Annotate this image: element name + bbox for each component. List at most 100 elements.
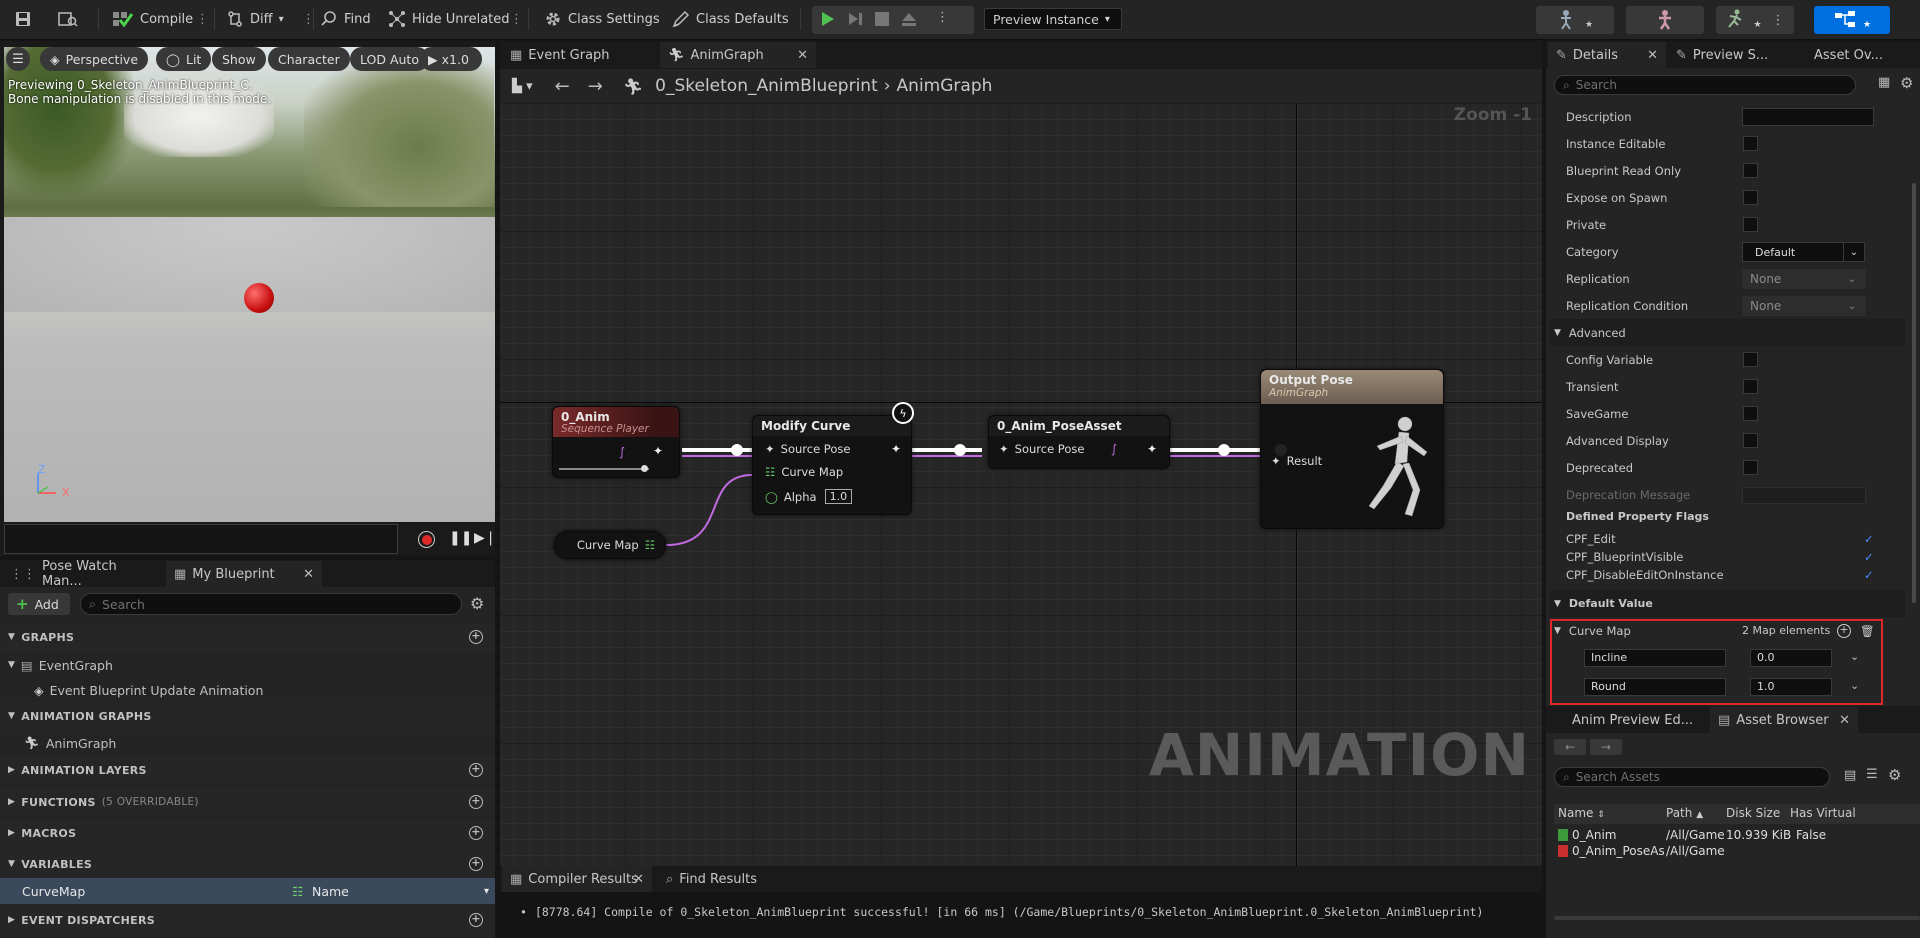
advanced-display-checkbox[interactable] bbox=[1743, 433, 1758, 448]
filter-icon[interactable]: ☰ bbox=[1866, 767, 1878, 782]
section-advanced[interactable]: ▼ Advanced bbox=[1550, 319, 1905, 346]
expose-on-spawn-checkbox[interactable] bbox=[1743, 190, 1758, 205]
add-circle-icon[interactable]: + bbox=[469, 795, 483, 809]
instance-editable-checkbox[interactable] bbox=[1743, 136, 1758, 151]
add-circle-icon[interactable]: + bbox=[469, 826, 483, 840]
blueprint-read-only-checkbox[interactable] bbox=[1743, 163, 1758, 178]
col-virtual-header[interactable]: Has Virtualiz bbox=[1790, 806, 1856, 820]
search-input[interactable]: ⌕ Search bbox=[80, 593, 462, 615]
pin-poseasset-source[interactable]: ✦ Source Pose bbox=[999, 442, 1084, 456]
tree-item-eventgraph[interactable]: ▼ ▤ EventGraph bbox=[0, 652, 495, 678]
section-event-dispatchers[interactable]: ▶ EVENT DISPATCHERS + bbox=[0, 906, 495, 934]
viewport-scene[interactable]: Z X bbox=[4, 47, 495, 522]
savegame-checkbox[interactable] bbox=[1743, 406, 1758, 421]
perspective-button[interactable]: ◈ Perspective bbox=[40, 47, 149, 71]
bookmark-icon[interactable]: ▙ ▾ bbox=[512, 79, 533, 94]
col-name-header[interactable]: Name ⇕ bbox=[1558, 806, 1605, 820]
chevron-down-icon[interactable]: ⌄ bbox=[1850, 650, 1859, 663]
deprecated-checkbox[interactable] bbox=[1743, 460, 1758, 475]
close-icon[interactable]: ✕ bbox=[797, 48, 808, 63]
add-button[interactable]: + Add bbox=[8, 593, 70, 615]
play-options-icon[interactable]: ⋮ bbox=[936, 10, 949, 25]
pose-pin-icon[interactable]: ✦ bbox=[891, 442, 901, 456]
pin-result[interactable]: ✦ Result bbox=[1271, 454, 1322, 468]
tree-item-animgraph[interactable]: 🏃︎ AnimGraph bbox=[0, 730, 495, 756]
map-key-input[interactable]: Round bbox=[1584, 678, 1726, 696]
breadcrumb-root[interactable]: 0_Skeleton_AnimBlueprint bbox=[655, 76, 878, 96]
node-sequence-player[interactable]: 0_Anim Sequence Player ∫ ✦ bbox=[552, 406, 680, 478]
pin-alpha[interactable]: ◯ Alpha 1.0 bbox=[765, 489, 853, 504]
compile-button[interactable]: Compile bbox=[112, 6, 193, 32]
node-modify-curve[interactable]: Modify Curve ϟ ✦ Source Pose ✦ ☷ Curve Map… bbox=[752, 402, 914, 515]
asset-row[interactable]: 0_Anim /All/Game 10.939 KiB False bbox=[1554, 828, 1920, 844]
add-circle-icon[interactable]: + bbox=[469, 913, 483, 927]
diff-button[interactable]: Diff ▾ bbox=[226, 6, 284, 32]
pose-pin-icon[interactable]: ✦ bbox=[1147, 442, 1157, 456]
step-forward-icon[interactable]: ▶❘ bbox=[474, 530, 497, 546]
gear-icon[interactable]: ⚙ bbox=[1900, 74, 1913, 92]
step-icon[interactable] bbox=[846, 10, 864, 32]
tree-item-event-bp-update[interactable]: ◈ Event Blueprint Update Animation bbox=[0, 677, 495, 703]
add-circle-icon[interactable]: + bbox=[469, 630, 483, 644]
back-arrow-icon[interactable]: ← bbox=[555, 76, 570, 97]
timeline-scrubber[interactable] bbox=[4, 524, 398, 554]
section-default-value[interactable]: ▼ Default Value bbox=[1550, 590, 1905, 617]
forward-arrow-icon[interactable]: → bbox=[588, 76, 603, 97]
preview-instance-dropdown[interactable]: Preview Instance ▾ bbox=[984, 8, 1122, 30]
section-variables[interactable]: ▼ VARIABLES + bbox=[0, 850, 495, 878]
lit-button[interactable]: ◯ Lit bbox=[156, 47, 212, 71]
asset-list-scrollbar[interactable] bbox=[1554, 916, 1920, 920]
record-icon[interactable] bbox=[418, 531, 435, 548]
pause-icon[interactable]: ❚❚ bbox=[449, 530, 472, 546]
chevron-down-icon[interactable]: ▾ bbox=[484, 886, 489, 897]
asset-search-input[interactable]: ⌕ Search Assets bbox=[1554, 767, 1830, 787]
pin-curve-map[interactable]: ☷ Curve Map bbox=[765, 465, 843, 479]
section-functions[interactable]: ▶ FUNCTIONS (5 OVERRIDABLE) + bbox=[0, 788, 495, 816]
play-icon[interactable] bbox=[818, 10, 836, 32]
stop-icon[interactable] bbox=[874, 11, 890, 31]
gear-icon[interactable]: ⚙ bbox=[470, 594, 484, 613]
replication-combo[interactable]: None ⌄ bbox=[1742, 269, 1866, 289]
table-view-icon[interactable]: ▦ bbox=[1878, 75, 1890, 90]
tab-anim-preview-editor[interactable]: Anim Preview Ed... bbox=[1548, 707, 1708, 733]
tab-compiler-results[interactable]: ▦ Compiler Results ✕ bbox=[502, 866, 652, 892]
section-animation-layers[interactable]: ▶ ANIMATION LAYERS + bbox=[0, 756, 495, 784]
mesh-mode-button[interactable] bbox=[1626, 6, 1704, 34]
class-defaults-button[interactable]: Class Defaults bbox=[672, 6, 789, 32]
add-circle-icon[interactable]: + bbox=[469, 763, 483, 777]
tab-preview-scene[interactable]: ✎ Preview S... bbox=[1668, 42, 1794, 68]
slider-handle[interactable] bbox=[641, 465, 648, 472]
hide-unrelated-options-icon[interactable]: ⋮ bbox=[510, 6, 523, 32]
category-combo[interactable]: Default ⌄ bbox=[1742, 242, 1865, 262]
config-variable-checkbox[interactable] bbox=[1743, 352, 1758, 367]
node-curve-map-variable[interactable]: Curve Map ☷ bbox=[554, 531, 666, 559]
description-input[interactable] bbox=[1742, 108, 1874, 126]
class-settings-button[interactable]: Class Settings bbox=[544, 6, 660, 32]
tab-find-results[interactable]: ⌕ Find Results bbox=[658, 866, 778, 892]
lod-button[interactable]: LOD Auto bbox=[350, 47, 429, 71]
gear-icon[interactable]: ⚙ bbox=[1888, 766, 1901, 784]
pose-pin-icon[interactable]: ✦ bbox=[653, 444, 663, 458]
replication-condition-combo[interactable]: None ⌄ bbox=[1742, 296, 1866, 316]
play-rate-slider[interactable] bbox=[559, 468, 649, 470]
close-icon[interactable]: ✕ bbox=[1839, 713, 1850, 728]
animation-mode-button[interactable]: ★ ⋮ bbox=[1716, 6, 1794, 34]
animation-options-icon[interactable]: ⋮ bbox=[1772, 13, 1785, 28]
hamburger-menu-icon[interactable]: ☰ bbox=[6, 47, 30, 71]
eject-icon[interactable] bbox=[900, 10, 918, 32]
forward-button[interactable]: → bbox=[1590, 739, 1622, 755]
tab-my-blueprint[interactable]: ▦ My Blueprint ✕ bbox=[166, 561, 322, 587]
tab-details[interactable]: ✎ Details ✕ bbox=[1548, 42, 1666, 68]
close-icon[interactable]: ✕ bbox=[633, 872, 644, 887]
graph-canvas[interactable]: Zoom -1 ANIMATION 0_Anim Sequence Player… bbox=[500, 103, 1542, 866]
asset-row[interactable]: 0_Anim_PoseAsse /All/Game bbox=[1554, 844, 1920, 860]
tab-event-graph[interactable]: ▦ Event Graph bbox=[502, 42, 654, 68]
section-macros[interactable]: ▶ MACROS + bbox=[0, 819, 495, 847]
tab-anim-graph[interactable]: 🏃︎ AnimGraph ✕ bbox=[660, 42, 816, 68]
section-graphs[interactable]: ▼ GRAPHS + bbox=[0, 623, 495, 651]
browse-icon[interactable] bbox=[58, 6, 78, 32]
tab-asset-overview[interactable]: Asset Ov... bbox=[1806, 42, 1920, 68]
show-button[interactable]: Show bbox=[212, 47, 266, 71]
map-key-input[interactable]: Incline bbox=[1584, 649, 1726, 667]
find-button[interactable]: Find bbox=[320, 6, 371, 32]
